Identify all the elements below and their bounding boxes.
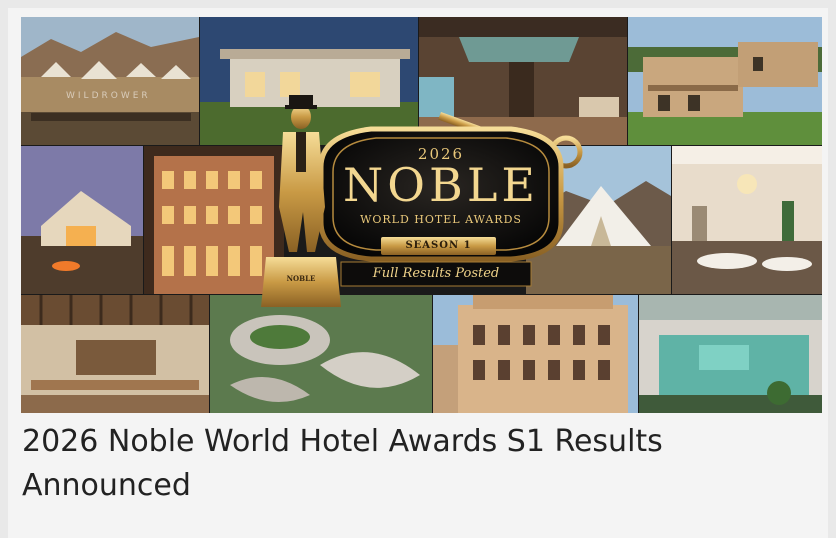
results-tagline: Full Results Posted: [372, 266, 500, 281]
awards-subtitle: WORLD HOTEL AWARDS: [360, 213, 522, 226]
awards-name: NOBLE: [343, 158, 539, 212]
watermark-text: WILDROWER: [66, 91, 151, 101]
statue-base-label: NOBLE: [286, 274, 316, 283]
awards-collage-banner[interactable]: 2026 NOBLE WORLD HOTEL AWARDS SEASON 1 F…: [21, 17, 822, 413]
article-card[interactable]: 2026 NOBLE WORLD HOTEL AWARDS SEASON 1 F…: [8, 8, 828, 538]
article-title[interactable]: 2026 Noble World Hotel Awards S1 Results…: [22, 420, 802, 508]
season-badge: SEASON 1: [405, 240, 472, 251]
